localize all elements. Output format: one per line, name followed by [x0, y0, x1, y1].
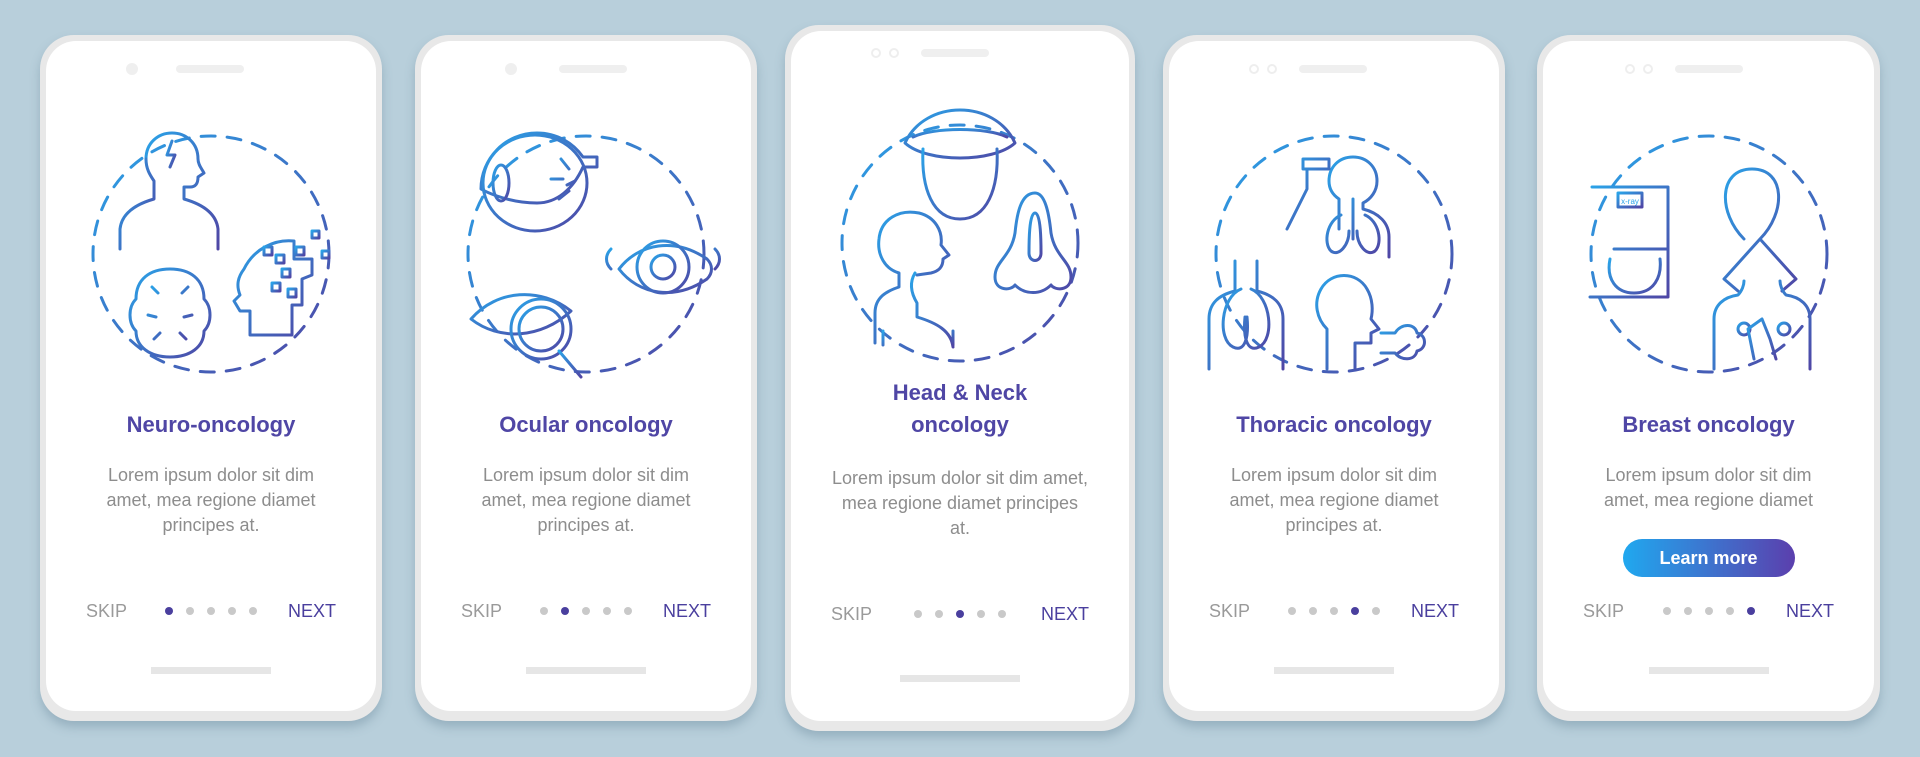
screen-title: Breast oncology — [1622, 412, 1795, 437]
onboarding-nav: SKIP NEXT — [1543, 599, 1874, 623]
screen-title: Neuro-oncology — [126, 412, 296, 437]
thoracic-oncology-icon — [1207, 134, 1454, 374]
home-indicator — [526, 667, 646, 674]
screen-description: Lorem ipsum dolor sit dim amet, mea regi… — [831, 468, 1089, 538]
phone-notch — [1249, 61, 1367, 77]
page-indicator — [1288, 607, 1380, 615]
phone-screen: Head & Neck oncology Lorem ipsum dolor s… — [791, 31, 1129, 721]
camera-icon — [1249, 64, 1259, 74]
speaker-grille — [176, 65, 244, 73]
phone-notch — [505, 61, 627, 77]
page-dot[interactable] — [1725, 607, 1734, 615]
phone-notch — [1625, 61, 1743, 77]
page-dot[interactable] — [249, 607, 257, 615]
home-indicator — [1274, 667, 1394, 674]
page-dot[interactable] — [603, 607, 611, 615]
breast-oncology-icon: x-ray — [1588, 134, 1828, 374]
phone-screen: x-ray Breast oncology Lorem ipsum dolor … — [1543, 41, 1874, 711]
next-button[interactable]: NEXT — [663, 599, 711, 623]
page-dot[interactable] — [207, 607, 215, 615]
page-dot[interactable] — [1330, 607, 1338, 615]
screen-description: Lorem ipsum dolor sit dim amet, mea regi… — [1229, 465, 1439, 535]
speaker-grille — [1299, 65, 1367, 73]
phone-notch — [871, 45, 989, 61]
screen-description: Lorem ipsum dolor sit dim amet, mea regi… — [1603, 465, 1814, 510]
speaker-grille — [559, 65, 627, 73]
page-dot-active[interactable] — [561, 607, 569, 615]
onboarding-phone-thoracic: Thoracic oncology Lorem ipsum dolor sit … — [1163, 35, 1505, 721]
neuro-oncology-icon — [91, 131, 331, 374]
home-indicator — [900, 675, 1020, 682]
page-dot-active[interactable] — [165, 607, 173, 615]
camera-icon — [1625, 64, 1635, 74]
next-button[interactable]: NEXT — [1786, 599, 1834, 623]
camera-icon — [126, 63, 138, 75]
page-indicator — [1662, 607, 1755, 615]
screen-title: Thoracic oncology — [1236, 412, 1432, 437]
phone-screen: Thoracic oncology Lorem ipsum dolor sit … — [1169, 41, 1499, 711]
page-dot[interactable] — [186, 607, 194, 615]
screen-description: Lorem ipsum dolor sit dim amet, mea regi… — [106, 465, 316, 535]
head-neck-oncology-icon — [840, 108, 1080, 363]
phone-notch — [126, 61, 244, 77]
screen-title-text: Head & Neck oncology — [892, 380, 1028, 437]
page-indicator — [914, 610, 1006, 618]
page-dot[interactable] — [914, 610, 922, 618]
onboarding-phone-head-neck: Head & Neck oncology Lorem ipsum dolor s… — [785, 25, 1135, 731]
onboarding-nav: SKIP NEXT — [421, 599, 751, 623]
onboarding-nav: SKIP NEXT — [46, 599, 376, 623]
phone-screen: Neuro-oncology Lorem ipsum dolor sit dim… — [46, 41, 376, 711]
page-dot-active[interactable] — [1351, 607, 1359, 615]
page-dot[interactable] — [1309, 607, 1317, 615]
page-dot[interactable] — [624, 607, 632, 615]
skip-button[interactable]: SKIP — [86, 599, 127, 623]
screen-description: Lorem ipsum dolor sit dim amet, mea regi… — [481, 465, 691, 535]
speaker-grille — [1675, 65, 1743, 73]
page-dot-active[interactable] — [956, 610, 964, 618]
sensor-icon — [889, 48, 899, 58]
phone-screen: Ocular oncology Lorem ipsum dolor sit di… — [421, 41, 751, 711]
skip-button[interactable]: SKIP — [1209, 599, 1250, 623]
page-dot[interactable] — [935, 610, 943, 618]
page-dot[interactable] — [977, 610, 985, 618]
page-indicator — [540, 607, 632, 615]
sensor-icon — [1643, 64, 1653, 74]
page-dot[interactable] — [1372, 607, 1380, 615]
learn-more-button[interactable]: Learn more — [1622, 539, 1795, 577]
onboarding-phone-ocular: Ocular oncology Lorem ipsum dolor sit di… — [415, 35, 757, 721]
next-button[interactable]: NEXT — [288, 599, 336, 623]
next-button[interactable]: NEXT — [1041, 602, 1089, 626]
onboarding-phone-neuro: Neuro-oncology Lorem ipsum dolor sit dim… — [40, 35, 382, 721]
page-dot-active[interactable] — [1746, 607, 1755, 615]
skip-button[interactable]: SKIP — [461, 599, 502, 623]
page-dot[interactable] — [1288, 607, 1296, 615]
ocular-oncology-icon — [466, 131, 721, 379]
page-dot[interactable] — [1662, 607, 1671, 615]
page-dot[interactable] — [228, 607, 236, 615]
page-dot[interactable] — [582, 607, 590, 615]
page-dot[interactable] — [1704, 607, 1713, 615]
onboarding-nav: SKIP NEXT — [791, 602, 1129, 626]
next-button[interactable]: NEXT — [1411, 599, 1459, 623]
page-dot[interactable] — [998, 610, 1006, 618]
page-dot[interactable] — [540, 607, 548, 615]
onboarding-nav: SKIP NEXT — [1169, 599, 1499, 623]
home-indicator — [151, 667, 271, 674]
home-indicator — [1648, 667, 1769, 674]
skip-button[interactable]: SKIP — [1583, 599, 1624, 623]
screen-title: Ocular oncology — [499, 412, 673, 437]
onboarding-phone-breast: x-ray Breast oncology Lorem ipsum dolor … — [1537, 35, 1880, 721]
screen-title: Head & Neck oncology — [791, 377, 1129, 441]
speaker-grille — [921, 49, 989, 57]
page-dot[interactable] — [1683, 607, 1692, 615]
page-indicator — [165, 607, 257, 615]
camera-icon — [871, 48, 881, 58]
skip-button[interactable]: SKIP — [831, 602, 872, 626]
sensor-icon — [1267, 64, 1277, 74]
camera-icon — [505, 63, 517, 75]
xray-label: x-ray — [1621, 197, 1639, 206]
